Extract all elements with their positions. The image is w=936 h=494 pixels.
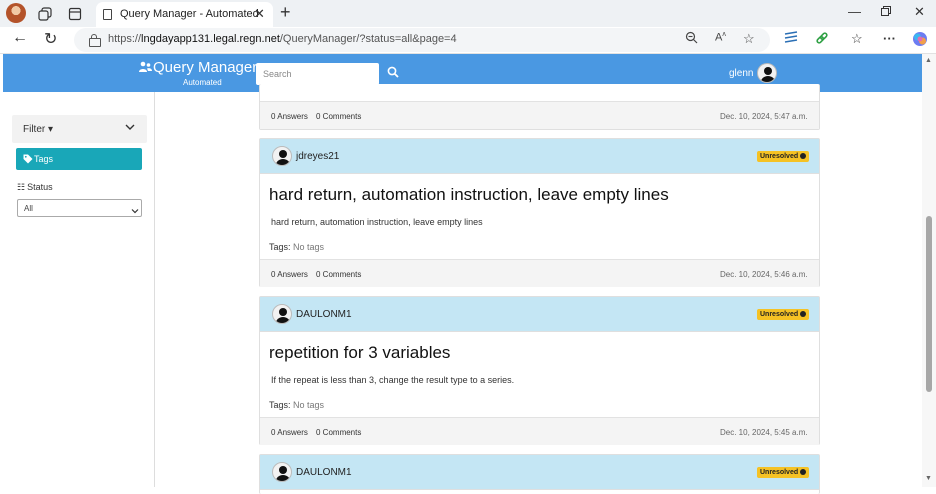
zoom-icon[interactable] [685,31,698,47]
brand-subtitle: Automated [183,78,222,87]
query-title[interactable]: hard return, automation instruction, lea… [269,185,669,205]
workspaces-icon[interactable] [35,4,55,24]
author-name[interactable]: jdreyes21 [296,151,339,162]
link-extension-icon[interactable] [815,31,829,48]
author-name[interactable]: DAULONM1 [296,467,352,478]
author-avatar-icon[interactable] [272,462,292,482]
filter-label: Filter ▾ [23,124,54,135]
user-avatar-icon[interactable] [757,63,777,83]
info-dot-icon [800,468,807,475]
tag-icon [23,153,33,164]
query-card: 0 Answers 0 Comments Dec. 10, 2024, 5:47… [259,84,820,130]
query-card: DAULONM1 Unresolved [259,454,820,494]
author-avatar-icon[interactable] [272,304,292,324]
status-badge: Unresolved [757,151,810,162]
favorite-star-icon[interactable]: ☆ [743,31,755,47]
info-dot-icon [800,310,807,317]
restore-icon[interactable] [881,4,891,19]
user-name[interactable]: glenn [729,68,753,79]
new-tab-icon[interactable]: + [280,2,291,23]
users-icon [139,61,152,76]
query-body: hard return, automation instruction, lea… [271,217,483,227]
status-badge: Unresolved [757,467,810,478]
search-icon[interactable] [387,66,399,78]
brand-name: Query Manager [153,59,258,76]
tab-query-manager[interactable]: Query Manager - Automated ✕ [96,2,273,27]
tab-actions-icon[interactable] [65,4,85,24]
comments-count[interactable]: 0 Comments [316,270,361,279]
author-avatar-icon[interactable] [272,146,292,166]
url-text: https://lngdayapp131.legal.regn.net/Quer… [108,33,457,45]
status-select-value: All [24,204,33,213]
status-badge: Unresolved [757,309,810,320]
close-tab-icon[interactable]: ✕ [254,6,265,22]
comments-count[interactable]: 0 Comments [316,428,361,437]
card-header: jdreyes21 Unresolved [260,139,819,174]
more-menu-icon[interactable]: ··· [883,31,896,46]
page-scrollbar[interactable]: ▲ ▼ [922,54,936,487]
close-window-icon[interactable]: ✕ [914,4,925,20]
chevron-down-icon [131,204,139,214]
query-tags: Tags: No tags [269,242,325,252]
extension-icon[interactable] [784,31,798,48]
favorites-icon[interactable]: ☆ [851,31,863,47]
chevron-down-icon [125,121,135,131]
query-title[interactable]: repetition for 3 variables [269,343,450,363]
status-label: Status [27,182,53,192]
answers-count[interactable]: 0 Answers [271,112,308,121]
card-header: DAULONM1 Unresolved [260,297,819,332]
query-body: If the repeat is less than 3, change the… [271,375,515,385]
filter-sidebar: Filter ▾ Tags ☷ Status All [3,92,155,487]
address-bar-row: ← ↻ https://lngdayapp131.legal.regn.net/… [0,27,936,54]
lock-icon[interactable] [89,34,101,47]
status-select[interactable]: All [17,199,142,217]
card-footer: 0 Answers 0 Comments Dec. 10, 2024, 5:46… [260,259,819,287]
tags-label: Tags [34,154,54,164]
answers-count[interactable]: 0 Answers [271,270,308,279]
search-input[interactable] [256,63,379,85]
comments-count[interactable]: 0 Comments [316,112,361,121]
query-card: DAULONM1 Unresolved repetition for 3 var… [259,296,820,445]
copilot-icon[interactable] [912,31,928,50]
minimize-icon[interactable]: — [848,4,861,19]
query-card: jdreyes21 Unresolved hard return, automa… [259,138,820,287]
status-heading: ☷ Status [17,182,53,193]
scroll-up-icon[interactable]: ▲ [925,57,932,64]
card-footer: 0 Answers 0 Comments Dec. 10, 2024, 5:47… [260,101,819,129]
answers-count[interactable]: 0 Answers [271,428,308,437]
refresh-icon[interactable]: ↻ [44,29,57,49]
read-aloud-icon[interactable]: Aʌ [715,31,726,44]
list-icon: ☷ [17,182,26,192]
card-footer: 0 Answers 0 Comments Dec. 10, 2024, 5:45… [260,417,819,445]
scroll-down-icon[interactable]: ▼ [925,475,932,482]
query-tags: Tags: No tags [269,400,325,410]
posted-date: Dec. 10, 2024, 5:46 a.m. [720,270,808,279]
card-header: DAULONM1 Unresolved [260,455,819,490]
filter-toggle[interactable]: Filter ▾ [12,115,147,143]
scrollbar-thumb[interactable] [926,216,932,392]
tags-filter-button[interactable]: Tags [16,148,142,170]
url-field[interactable]: https://lngdayapp131.legal.regn.net/Quer… [74,28,770,52]
page-icon [103,9,112,20]
profile-avatar-icon[interactable] [6,3,26,23]
browser-tab-bar: Query Manager - Automated ✕ + — ✕ [0,0,936,27]
info-dot-icon [800,152,807,159]
posted-date: Dec. 10, 2024, 5:47 a.m. [720,112,808,121]
author-name[interactable]: DAULONM1 [296,309,352,320]
posted-date: Dec. 10, 2024, 5:45 a.m. [720,428,808,437]
tab-title: Query Manager - Automated [120,8,259,20]
back-icon[interactable]: ← [12,29,28,47]
